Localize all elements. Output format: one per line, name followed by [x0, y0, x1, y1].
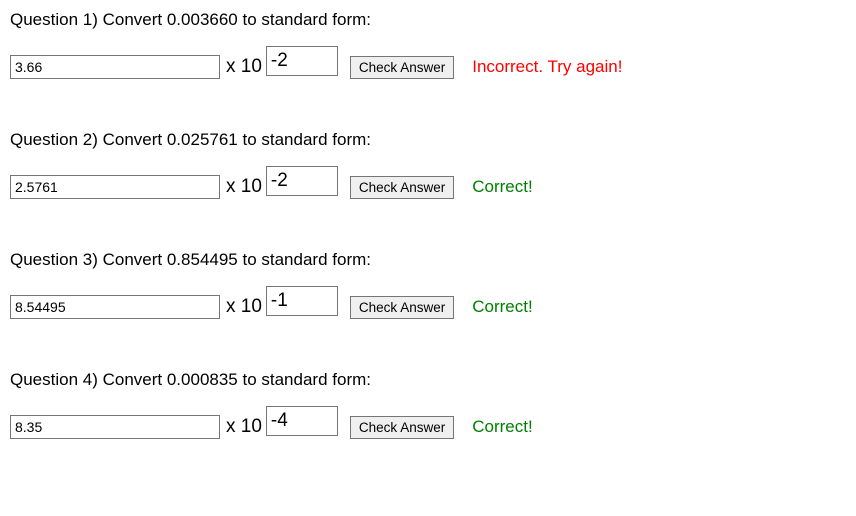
times-ten-label: x 10 — [226, 416, 262, 438]
question-block-3: Question 3) Convert 0.854495 to standard… — [10, 250, 846, 322]
feedback-text: Correct! — [472, 297, 532, 317]
answer-row: x 10 Check Answer Correct! — [10, 172, 846, 202]
check-answer-button[interactable]: Check Answer — [350, 176, 454, 199]
answer-row: x 10 Check Answer Correct! — [10, 412, 846, 442]
mantissa-input[interactable] — [10, 415, 220, 439]
questions-container: Question 1) Convert 0.003660 to standard… — [10, 10, 846, 442]
check-answer-button[interactable]: Check Answer — [350, 416, 454, 439]
exponent-input[interactable] — [266, 46, 338, 76]
exponent-input[interactable] — [266, 406, 338, 436]
check-answer-button[interactable]: Check Answer — [350, 56, 454, 79]
mantissa-input[interactable] — [10, 295, 220, 319]
feedback-text: Incorrect. Try again! — [472, 57, 622, 77]
exponent-input[interactable] — [266, 286, 338, 316]
feedback-text: Correct! — [472, 417, 532, 437]
question-prompt: Question 3) Convert 0.854495 to standard… — [10, 250, 846, 270]
exponent-input[interactable] — [266, 166, 338, 196]
question-block-1: Question 1) Convert 0.003660 to standard… — [10, 10, 846, 82]
times-ten-label: x 10 — [226, 176, 262, 198]
question-prompt: Question 1) Convert 0.003660 to standard… — [10, 10, 846, 30]
times-ten-label: x 10 — [226, 56, 262, 78]
mantissa-input[interactable] — [10, 55, 220, 79]
answer-row: x 10 Check Answer Incorrect. Try again! — [10, 52, 846, 82]
times-ten-label: x 10 — [226, 296, 262, 318]
question-block-2: Question 2) Convert 0.025761 to standard… — [10, 130, 846, 202]
answer-row: x 10 Check Answer Correct! — [10, 292, 846, 322]
question-block-4: Question 4) Convert 0.000835 to standard… — [10, 370, 846, 442]
question-prompt: Question 4) Convert 0.000835 to standard… — [10, 370, 846, 390]
mantissa-input[interactable] — [10, 175, 220, 199]
check-answer-button[interactable]: Check Answer — [350, 296, 454, 319]
feedback-text: Correct! — [472, 177, 532, 197]
question-prompt: Question 2) Convert 0.025761 to standard… — [10, 130, 846, 150]
